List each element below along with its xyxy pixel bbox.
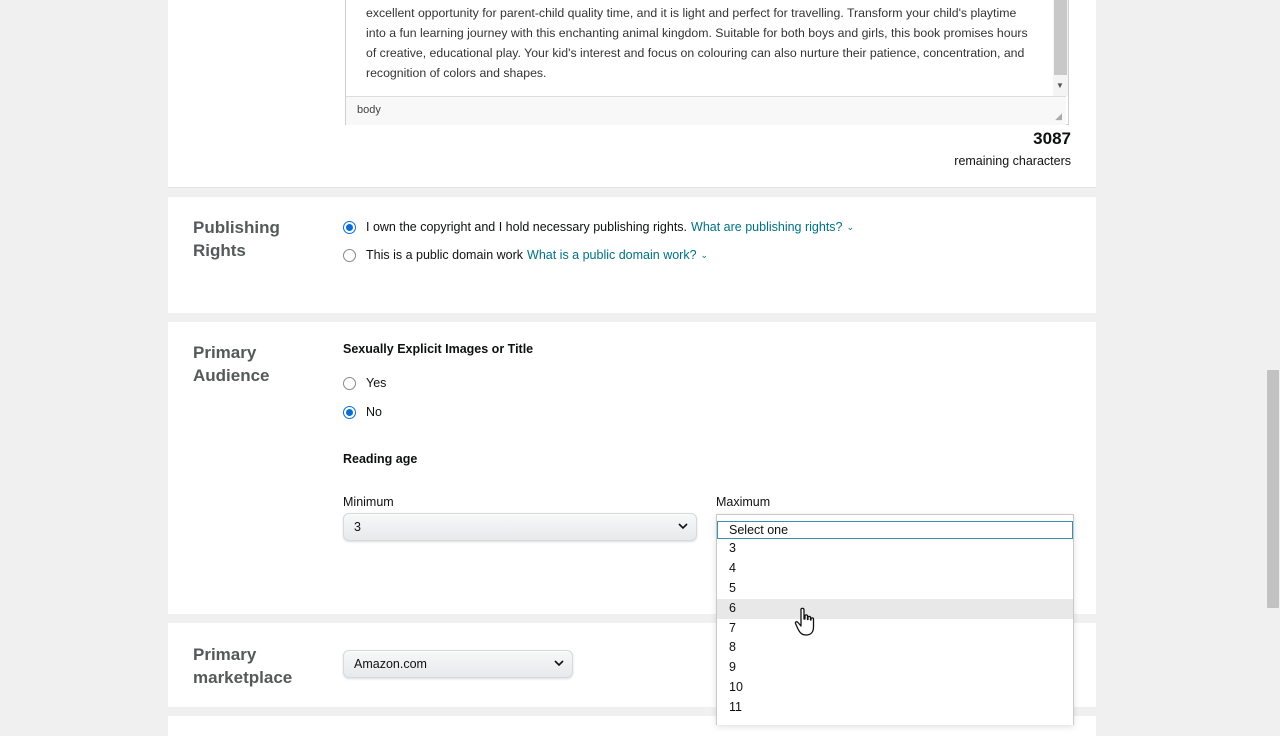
editor-scrollbar[interactable]: ▼: [1053, 0, 1068, 96]
public-domain-help-link[interactable]: What is a public domain work?: [527, 248, 697, 262]
page-scrollbar[interactable]: [1266, 0, 1280, 720]
publishing-rights-card: Publishing Rights I own the copyright an…: [168, 197, 1096, 313]
dropdown-option[interactable]: 6: [717, 598, 1073, 619]
title-line: Primary: [193, 343, 257, 362]
explicit-no-radio[interactable]: [343, 405, 356, 419]
remaining-character-count: 3087: [1033, 129, 1071, 148]
explicit-yes-radio[interactable]: [343, 376, 356, 390]
maximum-age-dropdown[interactable]: Select one 3 4 5 6 7 8 9 10 11: [716, 514, 1074, 725]
title-line: Primary: [193, 645, 257, 664]
marketplace-value: Amazon.com: [354, 657, 427, 671]
page-scroll-thumb[interactable]: [1267, 370, 1279, 608]
dropdown-option[interactable]: 4: [717, 559, 1073, 579]
chevron-down-icon[interactable]: ⌄: [847, 222, 855, 233]
primary-marketplace-select[interactable]: Amazon.com: [343, 650, 573, 678]
minimum-age-label: Minimum: [343, 495, 394, 509]
editor-scroll-thumb[interactable]: [1054, 0, 1067, 75]
minimum-age-value: 3: [354, 520, 361, 534]
chevron-down-icon[interactable]: ⌄: [701, 250, 709, 261]
rights-public-label[interactable]: This is a public domain work: [366, 248, 523, 262]
publishing-rights-help-link[interactable]: What are publishing rights?: [691, 220, 842, 234]
minimum-age-select[interactable]: 3: [343, 513, 697, 541]
rights-own-label[interactable]: I own the copyright and I hold necessary…: [366, 220, 687, 234]
explicit-yes-label[interactable]: Yes: [366, 376, 386, 390]
dropdown-option[interactable]: 9: [717, 658, 1073, 678]
section-title-publishing-rights: Publishing Rights: [193, 216, 280, 262]
dropdown-option[interactable]: 10: [717, 678, 1073, 698]
rights-own-radio[interactable]: [343, 220, 356, 234]
rights-public-radio[interactable]: [343, 248, 356, 262]
chevron-down-icon: [678, 523, 688, 530]
resize-grip-icon[interactable]: ◢: [1055, 111, 1062, 122]
description-card: excellent opportunity for parent-child q…: [168, 0, 1096, 188]
title-line: Publishing: [193, 218, 280, 237]
dropdown-option[interactable]: 5: [717, 579, 1073, 599]
rights-public-option[interactable]: This is a public domain work What is a p…: [343, 248, 708, 262]
scroll-down-arrow-icon[interactable]: ▼: [1056, 81, 1064, 90]
description-line: into a fun learning journey with this en…: [366, 25, 1028, 40]
rights-own-option[interactable]: I own the copyright and I hold necessary…: [343, 220, 854, 234]
reading-age-label: Reading age: [343, 452, 418, 466]
description-line: of creative, educational play. Your kid'…: [366, 45, 1025, 60]
description-line: recognition of colors and shapes.: [366, 65, 547, 80]
dropdown-option[interactable]: 11: [717, 698, 1073, 718]
explicit-content-label: Sexually Explicit Images or Title: [343, 342, 534, 356]
section-title-primary-marketplace: Primary marketplace: [193, 643, 292, 689]
explicit-yes-option[interactable]: Yes: [343, 376, 386, 390]
section-title-primary-audience: Primary Audience: [193, 341, 270, 387]
chevron-down-icon: [554, 660, 564, 667]
dropdown-option[interactable]: Select one: [717, 521, 1073, 539]
hand-pointer-icon: [794, 607, 815, 636]
dropdown-option[interactable]: 7: [717, 619, 1073, 639]
editor-status-bar: body ◢: [346, 96, 1066, 125]
maximum-age-label: Maximum: [716, 495, 771, 509]
title-line: Audience: [193, 366, 270, 385]
explicit-no-option[interactable]: No: [343, 405, 382, 419]
description-text[interactable]: excellent opportunity for parent-child q…: [366, 4, 1036, 84]
remaining-character-label: remaining characters: [954, 154, 1071, 168]
title-line: marketplace: [193, 668, 293, 687]
description-editor[interactable]: excellent opportunity for parent-child q…: [345, 0, 1069, 125]
dropdown-option[interactable]: 8: [717, 638, 1073, 658]
element-path[interactable]: body: [357, 104, 381, 116]
title-line: Rights: [193, 241, 246, 260]
description-line: excellent opportunity for parent-child q…: [366, 6, 1017, 20]
explicit-no-label[interactable]: No: [366, 405, 382, 419]
dropdown-option[interactable]: 3: [717, 539, 1073, 559]
